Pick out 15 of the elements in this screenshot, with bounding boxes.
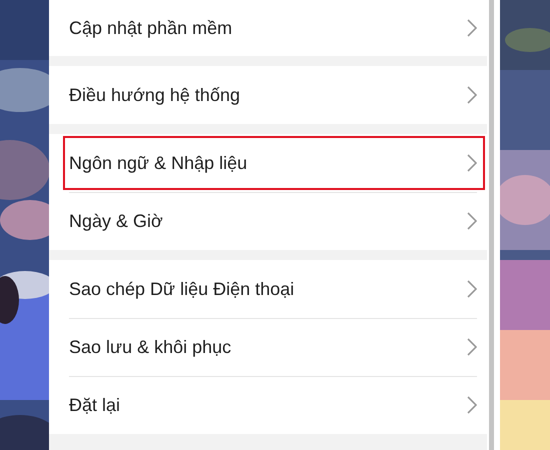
chevron-right-icon xyxy=(467,86,477,104)
chevron-right-icon xyxy=(467,19,477,37)
scrollbar[interactable] xyxy=(489,0,494,450)
settings-row[interactable]: Ngôn ngữ & Nhập liệu xyxy=(61,134,487,192)
settings-row[interactable]: Sao chép Dữ liệu Điện thoại xyxy=(49,260,487,318)
settings-row[interactable]: Cập nhật phần mềm xyxy=(49,0,487,56)
chevron-right-icon xyxy=(467,280,477,298)
chevron-right-icon xyxy=(467,212,477,230)
settings-row[interactable]: Ngày & Giờ xyxy=(49,192,487,250)
chevron-right-icon xyxy=(467,338,477,356)
settings-row[interactable]: Đặt lại xyxy=(49,376,487,434)
chevron-right-icon xyxy=(467,154,477,172)
chevron-right-icon xyxy=(467,396,477,414)
settings-row[interactable]: Sao lưu & khôi phục xyxy=(49,318,487,376)
settings-row[interactable]: Điều hướng hệ thống xyxy=(49,66,487,124)
